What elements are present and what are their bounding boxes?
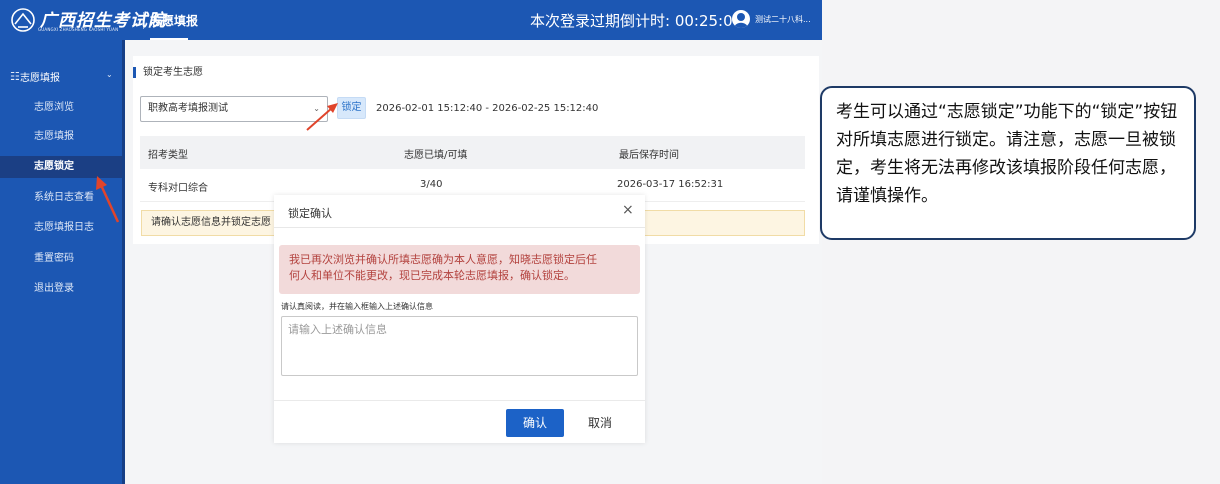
table-header: 招考类型 志愿已填/可填 最后保存时间 (140, 136, 805, 169)
top-bar: 广西招生考试院 GUANGXI ZHAOSHENG KAOSHI YUAN 志愿… (0, 0, 822, 40)
lock-confirm-dialog: 锁定确认 × 我已再次浏览并确认所填志愿确为本人意愿，知晓志愿锁定后任 何人和单… (274, 195, 645, 443)
column-header-type: 招考类型 (148, 150, 188, 161)
sidebar-item-reset-password[interactable]: 重置密码 (0, 248, 124, 270)
confirm-text-input[interactable] (281, 316, 638, 376)
sidebar-item-logout[interactable]: 退出登录 (0, 278, 124, 300)
session-countdown: 本次登录过期倒计时: 00:25:07 (530, 12, 743, 30)
column-header-count: 志愿已填/可填 (404, 150, 468, 161)
batch-select[interactable]: 职教高考填报测试 ⌄ (140, 96, 328, 122)
cancel-button[interactable]: 取消 (576, 409, 624, 437)
sidebar-item-browse[interactable]: 志愿浏览 (0, 97, 124, 119)
module-tab[interactable]: 志愿填报 (150, 12, 198, 29)
user-avatar-icon[interactable] (732, 10, 750, 28)
user-name[interactable]: 测试二十八科... (755, 14, 811, 25)
panel-title: 锁定考生志愿 (133, 67, 203, 78)
confirm-statement-line-2: 何人和单位不能更改，现已完成本轮志愿填报，确认锁定。 (289, 269, 575, 282)
sidebar-group-label: 志愿填报 (20, 73, 60, 84)
close-icon[interactable]: × (622, 202, 634, 218)
dialog-divider (274, 227, 645, 228)
app-window: 广西招生考试院 GUANGXI ZHAOSHENG KAOSHI YUAN 志愿… (0, 0, 822, 484)
batch-select-value: 职教高考填报测试 (148, 103, 228, 114)
confirm-statement: 我已再次浏览并确认所填志愿确为本人意愿，知晓志愿锁定后任 何人和单位不能更改，现… (279, 245, 640, 294)
chevron-down-icon: ⌄ (313, 104, 320, 113)
cell-saved: 2026-03-17 16:52:31 (617, 179, 724, 190)
input-prompt: 请认真阅读，并在输入框输入上述确认信息 (281, 302, 433, 311)
module-tab-underline (150, 38, 188, 40)
confirm-button[interactable]: 确认 (506, 409, 564, 437)
sidebar-item-lock[interactable]: 志愿锁定 (0, 156, 124, 178)
lock-button[interactable]: 锁定 (337, 97, 366, 119)
dialog-title: 锁定确认 (288, 207, 332, 220)
dialog-footer-divider (274, 400, 645, 401)
column-header-saved: 最后保存时间 (619, 150, 679, 161)
sidebar-group-volunteer[interactable]: ☷ 志愿填报 ⌄ (0, 66, 124, 86)
emblem-icon (11, 8, 35, 32)
sidebar-item-fill[interactable]: 志愿填报 (0, 126, 124, 148)
cell-count: 3/40 (420, 179, 443, 190)
fill-period: 2026-02-01 15:12:40 - 2026-02-25 15:12:4… (376, 103, 599, 114)
sidebar-item-fill-log[interactable]: 志愿填报日志 (0, 217, 124, 239)
sidebar-item-system-log[interactable]: 系统日志查看 (0, 187, 124, 209)
instruction-callout: 考生可以通过“志愿锁定”功能下的“锁定”按钮对所填志愿进行锁定。请注意，志愿一旦… (820, 86, 1196, 240)
grid-icon: ☷ (10, 70, 20, 83)
header-divider (143, 12, 144, 29)
logo-subtitle: GUANGXI ZHAOSHENG KAOSHI YUAN (38, 27, 119, 32)
chevron-down-icon: ⌄ (106, 70, 113, 79)
site-logo[interactable]: 广西招生考试院 GUANGXI ZHAOSHENG KAOSHI YUAN (6, 4, 165, 36)
confirm-statement-line-1: 我已再次浏览并确认所填志愿确为本人意愿，知晓志愿锁定后任 (289, 253, 597, 266)
cell-type: 专科对口综合 (148, 183, 208, 194)
sidebar-edge (122, 40, 125, 484)
sidebar: ☷ 志愿填报 ⌄ 志愿浏览 志愿填报 志愿锁定 系统日志查看 志愿填报日志 重置… (0, 40, 124, 484)
